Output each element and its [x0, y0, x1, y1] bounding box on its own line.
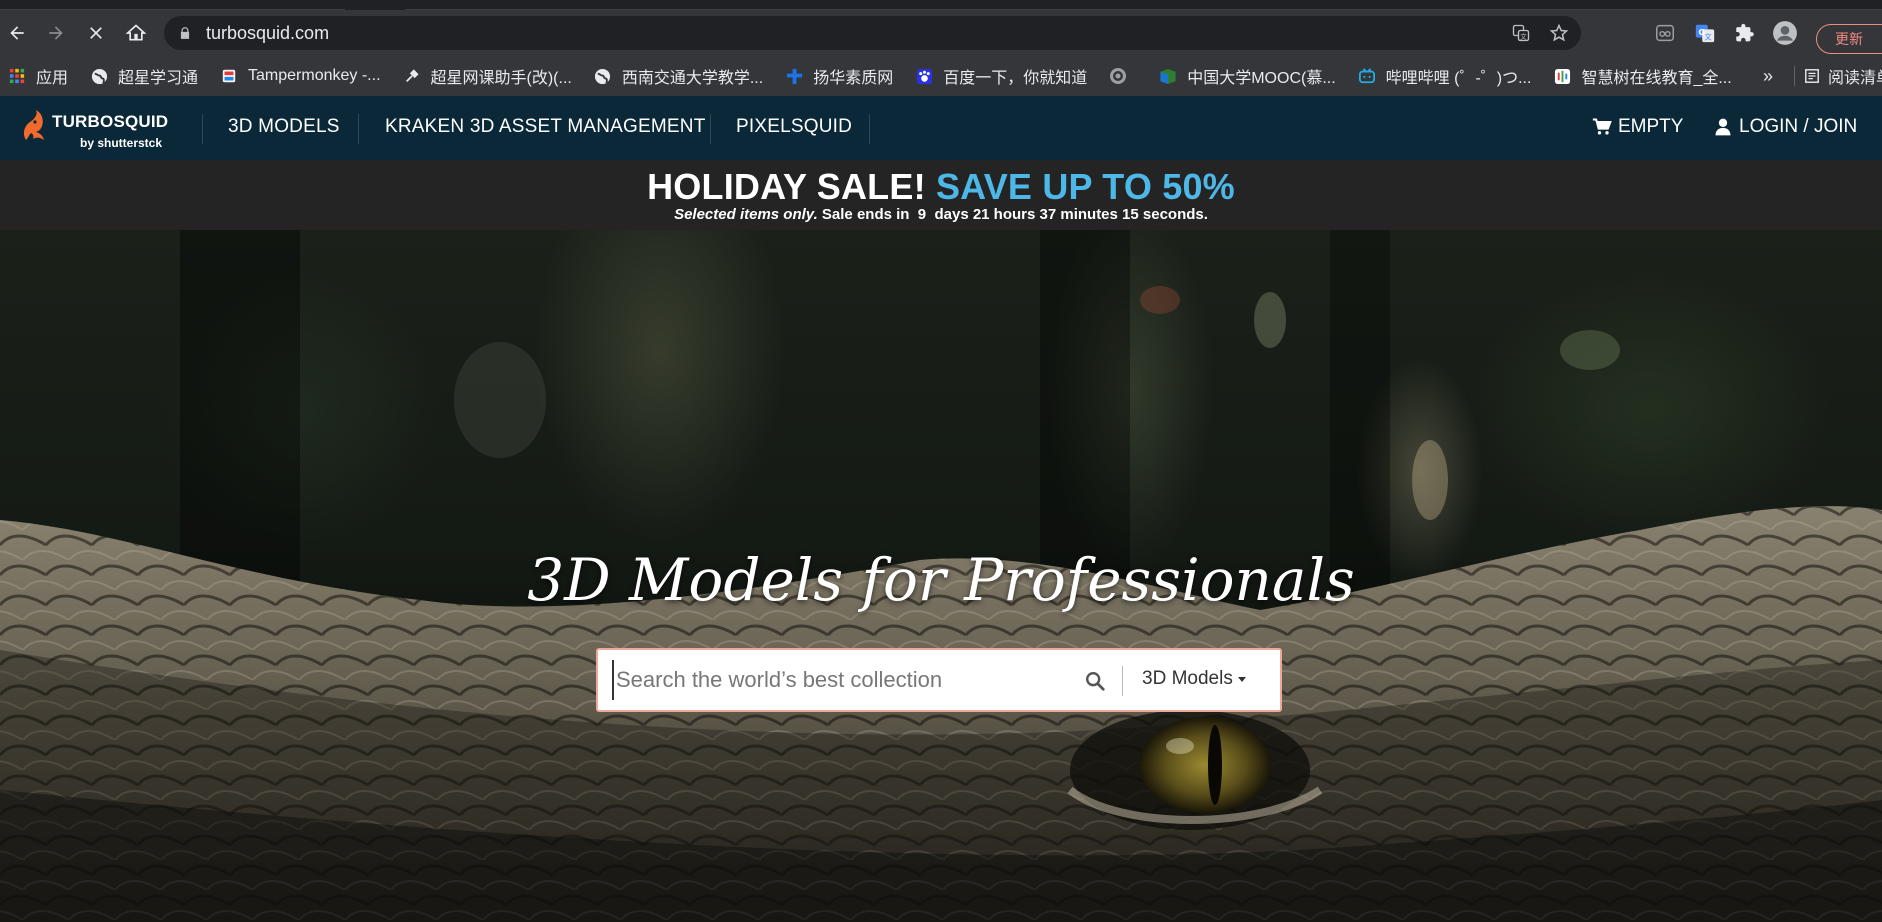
nav-3d-models[interactable]: 3D MODELS	[228, 116, 340, 138]
brand-byline: by shutterstck	[80, 136, 163, 150]
search-bar: 3D Models	[596, 648, 1282, 712]
browser-update-button[interactable]: 更新	[1816, 24, 1882, 54]
bookmark-item[interactable]: 扬华素质网	[785, 64, 893, 88]
bookmarks-bar: 应用 超星学习通 Tampermonkey -... 超星网课助手(改)(...…	[0, 56, 1882, 96]
extensions-puzzle-icon[interactable]	[1732, 20, 1758, 46]
hero-section: 3D Models for Professionals 3D Models	[0, 230, 1882, 922]
sale-banner[interactable]: HOLIDAY SALE! SAVE UP TO 50% Selected it…	[0, 160, 1882, 230]
sale-headline: HOLIDAY SALE! SAVE UP TO 50%	[0, 166, 1882, 208]
hero-title: 3D Models for Professionals	[527, 546, 1355, 614]
sale-headline-main: HOLIDAY SALE!	[647, 166, 926, 207]
bookmark-favicon-icon	[220, 67, 238, 85]
bookmark-item[interactable]: 西南交通大学教学...	[594, 64, 763, 88]
svg-text:文: 文	[1520, 32, 1527, 41]
sale-headline-accent: SAVE UP TO 50%	[935, 166, 1235, 207]
bookmark-item[interactable]: 智慧树在线教育_全...	[1553, 64, 1732, 88]
zhihuishu-icon	[1553, 67, 1571, 85]
search-type-label: 3D Models	[1142, 668, 1233, 689]
search-icon[interactable]	[1084, 670, 1106, 692]
login-label: LOGIN / JOIN	[1739, 116, 1858, 137]
mooc-icon	[1159, 67, 1177, 85]
profile-avatar-icon[interactable]	[1772, 20, 1798, 46]
wrench-icon	[403, 67, 421, 85]
bookmark-item[interactable]	[1109, 67, 1137, 85]
bookmark-item[interactable]: Tampermonkey -...	[220, 67, 381, 85]
brand-word: TURBOSQUID	[52, 112, 169, 131]
crest-icon	[1109, 67, 1127, 85]
bookmark-item[interactable]: 超星网课助手(改)(...	[403, 64, 572, 88]
translate-icon[interactable]: 文	[1511, 23, 1531, 43]
reading-list-button[interactable]: 阅读清单	[1794, 56, 1882, 96]
bookmark-item[interactable]: 哔哩哔哩 (゜-゜)つ...	[1358, 64, 1532, 88]
bookmark-label: 百度一下，你就知道	[943, 70, 1088, 87]
bookmark-label: 超星学习通	[118, 70, 199, 87]
globe-icon	[594, 67, 612, 85]
user-icon	[1715, 118, 1731, 136]
bookmark-item[interactable]: 中国大学MOOC(慕...	[1159, 64, 1336, 88]
reading-list-icon	[1804, 68, 1820, 84]
browser-tab[interactable]	[0, 0, 345, 10]
address-url[interactable]: turbosquid.com	[206, 23, 329, 44]
browser-toolbar: turbosquid.com 文 G文 更新	[0, 10, 1882, 56]
bookmark-label: 超星网课助手(改)(...	[430, 70, 572, 87]
nav-kraken[interactable]: KRAKEN 3D ASSET MANAGEMENT	[385, 116, 706, 138]
search-input[interactable]	[612, 660, 1052, 700]
lock-icon	[180, 27, 190, 39]
home-icon	[126, 24, 146, 41]
reader-extension-icon[interactable]	[1652, 20, 1678, 46]
turbosquid-logo[interactable]: TURBOSQUID by shutterstck	[18, 104, 178, 154]
cross-favicon-icon	[785, 67, 803, 85]
bookmarks-more-button[interactable]: »	[1763, 56, 1773, 96]
reading-list-label: 阅读清单	[1828, 70, 1882, 87]
svg-text:文: 文	[1705, 32, 1713, 41]
squid-logo-icon	[23, 110, 44, 140]
bookmark-label: 哔哩哔哩 (゜-゜)つ...	[1385, 70, 1532, 87]
baidu-icon	[915, 67, 933, 85]
bookmark-item[interactable]: 应用	[8, 64, 68, 88]
star-icon[interactable]	[1549, 23, 1569, 43]
caret-down-icon	[1237, 677, 1246, 682]
globe-icon	[90, 67, 108, 85]
browser-tab-strip	[0, 0, 1882, 10]
browser-tab-inactive[interactable]	[405, 0, 1882, 10]
bookmark-label: Tampermonkey -...	[248, 67, 381, 84]
bookmark-item[interactable]: 百度一下，你就知道	[915, 64, 1087, 88]
forward-button[interactable]	[39, 16, 73, 50]
bookmark-label: 扬华素质网	[813, 70, 894, 87]
address-bar[interactable]: turbosquid.com 文	[164, 16, 1581, 50]
login-join-button[interactable]: LOGIN / JOIN	[1713, 116, 1857, 138]
site-header: TURBOSQUID by shutterstck 3D MODELS KRAK…	[0, 96, 1882, 160]
google-translate-extension-icon[interactable]: G文	[1692, 20, 1718, 46]
bookmark-label: 中国大学MOOC(慕...	[1187, 70, 1336, 87]
close-icon	[90, 27, 102, 39]
search-divider	[1122, 666, 1123, 696]
back-button[interactable]	[0, 16, 34, 50]
bilibili-icon	[1358, 67, 1376, 85]
bookmark-label: 应用	[36, 70, 69, 87]
cart-button[interactable]: EMPTY	[1592, 116, 1683, 138]
bookmark-item[interactable]: 超星学习通	[90, 64, 198, 88]
bookmark-label: 智慧树在线教育_全...	[1581, 70, 1732, 87]
search-type-dropdown[interactable]: 3D Models	[1142, 668, 1247, 690]
stop-loading-button[interactable]	[79, 16, 113, 50]
nav-pixelsquid[interactable]: PIXELSQUID	[736, 116, 852, 138]
home-button[interactable]	[119, 16, 153, 50]
sale-sub-italic: Selected items only.	[674, 206, 818, 223]
cart-icon	[1592, 118, 1612, 135]
arrow-right-icon	[49, 26, 63, 40]
cart-label: EMPTY	[1618, 116, 1684, 137]
sale-countdown: Sale ends in 9 days 21 hours 37 minutes …	[821, 206, 1208, 223]
sale-subtext: Selected items only. Sale ends in 9 days…	[0, 206, 1882, 223]
arrow-left-icon	[10, 26, 24, 40]
bookmark-label: 西南交通大学教学...	[621, 70, 764, 87]
apps-grid-icon	[8, 67, 26, 85]
